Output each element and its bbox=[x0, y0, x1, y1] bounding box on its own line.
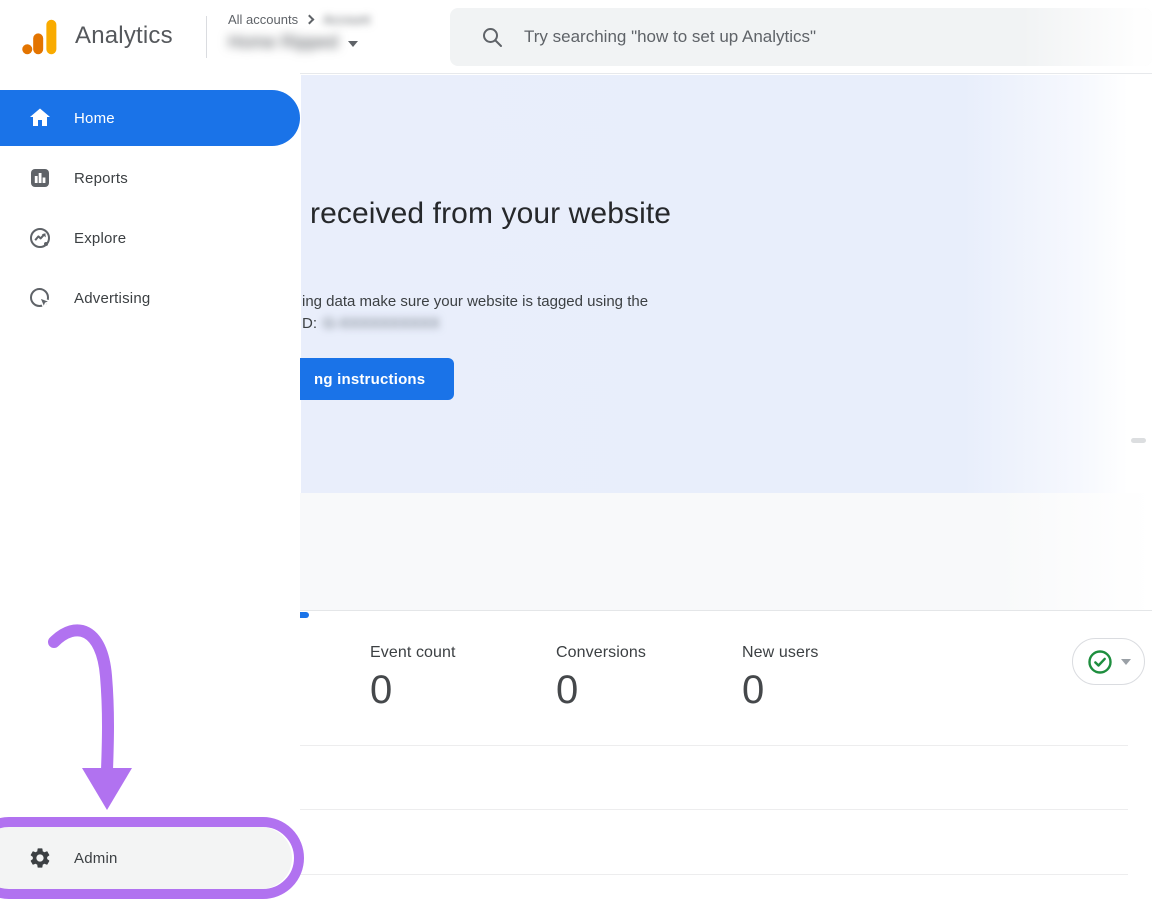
measurement-id-prefix: D: bbox=[302, 315, 317, 332]
page-background-band bbox=[300, 493, 1152, 610]
metric-label: Conversions bbox=[556, 644, 742, 662]
metric-label: New users bbox=[742, 644, 928, 662]
caret-down-icon bbox=[348, 41, 358, 47]
sidebar-item-advertising[interactable]: Advertising bbox=[0, 270, 300, 326]
hero-heading: received from your website bbox=[310, 197, 671, 231]
check-circle-icon bbox=[1087, 649, 1113, 675]
metric-label: Event count bbox=[370, 644, 556, 662]
metric-conversions: Conversions 0 bbox=[556, 644, 742, 713]
google-analytics-logo bbox=[20, 17, 60, 57]
sidebar-item-label: Reports bbox=[74, 170, 128, 187]
metrics-card: Event count 0 Conversions 0 New users 0 bbox=[300, 610, 1152, 906]
all-accounts-label: All accounts bbox=[228, 12, 298, 27]
hero-body-line1: ing data make sure your website is tagge… bbox=[302, 293, 648, 310]
property-picker[interactable]: Home Ripped bbox=[228, 32, 370, 53]
header-divider bbox=[206, 16, 207, 58]
account-breadcrumb: All accounts Account Home Ripped bbox=[228, 10, 370, 53]
left-navigation: Home Reports Explore bbox=[0, 74, 300, 906]
metric-event-count: Event count 0 bbox=[370, 644, 556, 713]
search-icon bbox=[480, 25, 504, 49]
chart-gridline bbox=[300, 874, 1128, 875]
brand-wordmark: Analytics bbox=[75, 22, 173, 50]
reports-icon bbox=[28, 166, 52, 190]
active-tab-indicator bbox=[300, 612, 309, 618]
metric-value: 0 bbox=[742, 668, 928, 713]
sidebar-item-reports[interactable]: Reports bbox=[0, 150, 300, 206]
explore-icon bbox=[28, 226, 52, 250]
scrollbar-thumb[interactable] bbox=[1131, 438, 1146, 443]
sidebar-item-admin[interactable]: Admin bbox=[0, 827, 292, 889]
header-divider-line bbox=[300, 73, 1152, 74]
metrics-row: Event count 0 Conversions 0 New users 0 bbox=[370, 644, 928, 713]
view-tagging-instructions-button[interactable]: ng instructions bbox=[300, 358, 454, 400]
top-app-bar: Analytics All accounts Account Home Ripp… bbox=[0, 0, 1152, 74]
metric-new-users: New users 0 bbox=[742, 644, 928, 713]
sidebar-item-label: Advertising bbox=[74, 290, 150, 307]
sidebar-item-explore[interactable]: Explore bbox=[0, 210, 300, 266]
chevron-right-icon bbox=[305, 14, 315, 24]
gear-icon bbox=[28, 846, 52, 870]
metric-value: 0 bbox=[370, 668, 556, 713]
data-quality-dropdown[interactable] bbox=[1072, 638, 1145, 685]
breadcrumb-row: All accounts Account bbox=[228, 10, 370, 28]
account-name-blurred: Account bbox=[323, 12, 370, 27]
analytics-app-window: received from your website ing data make… bbox=[0, 0, 1152, 906]
advertising-icon bbox=[28, 286, 52, 310]
chart-gridline bbox=[300, 745, 1128, 746]
sidebar-item-home[interactable]: Home bbox=[0, 90, 300, 146]
search-input[interactable] bbox=[524, 27, 1084, 47]
no-data-hero-panel: received from your website ing data make… bbox=[301, 75, 1128, 493]
sidebar-item-label: Admin bbox=[74, 850, 118, 867]
hero-body-line2: D: G-XXXXXXXXXX bbox=[302, 315, 440, 332]
search-bar[interactable] bbox=[450, 8, 1152, 66]
property-name-blurred: Home Ripped bbox=[228, 32, 338, 53]
sidebar-item-label: Home bbox=[74, 110, 115, 127]
chart-gridline bbox=[300, 809, 1128, 810]
sidebar-item-label: Explore bbox=[74, 230, 126, 247]
home-icon bbox=[28, 106, 52, 130]
caret-down-icon bbox=[1121, 659, 1131, 665]
measurement-id-blurred: G-XXXXXXXXXX bbox=[323, 315, 440, 332]
metric-value: 0 bbox=[556, 668, 742, 713]
